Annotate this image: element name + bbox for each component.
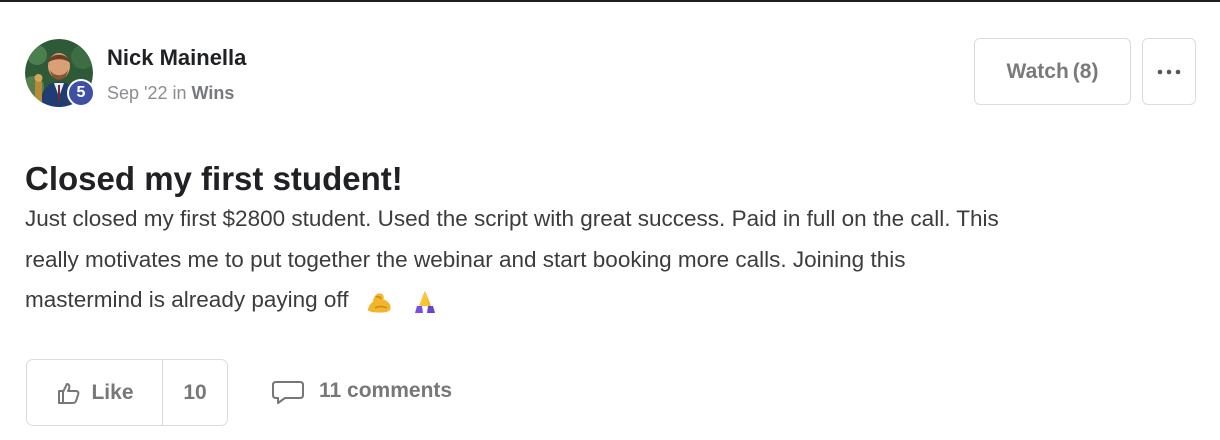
flexed-biceps-emoji	[367, 293, 391, 313]
author-name[interactable]: Nick Mainella	[107, 45, 246, 71]
post-card: 5 Nick Mainella Sep '22 in Wins Watch (8…	[0, 2, 1220, 440]
comment-bubble-icon	[272, 381, 304, 404]
like-button[interactable]: Like	[27, 360, 163, 425]
comments-label: 11 comments	[319, 379, 453, 402]
post-body: Just closed my first $2800 student. Used…	[25, 199, 1195, 321]
level-badge: 5	[67, 79, 95, 107]
post-body-line-3: mastermind is already paying off	[25, 280, 1195, 321]
author-avatar-container[interactable]: 5	[25, 39, 95, 107]
post-body-line-1: Just closed my first $2800 student. Used…	[25, 206, 999, 231]
level-number: 5	[76, 84, 86, 101]
watch-label: Watch	[1006, 59, 1069, 83]
post-date[interactable]: Sep '22	[107, 83, 168, 103]
ellipsis-icon	[1157, 69, 1181, 74]
post-title: Closed my first student!	[25, 160, 403, 198]
post-category[interactable]: Wins	[192, 83, 235, 103]
comments-button[interactable]: 11 comments	[271, 372, 452, 410]
thumbs-up-icon	[58, 382, 80, 404]
post-body-line-2: really motivates me to put together the …	[25, 246, 906, 272]
post-body-line-3-text: mastermind is already paying off	[25, 287, 349, 312]
watch-button[interactable]: Watch (8)	[974, 38, 1131, 105]
more-options-button[interactable]	[1142, 38, 1196, 105]
folded-hands-emoji	[415, 291, 436, 314]
like-control: Like 10	[26, 359, 228, 426]
post-meta: Sep '22 in Wins	[107, 81, 234, 105]
post-meta-connector: in	[167, 83, 192, 103]
like-label: Like	[91, 380, 134, 404]
watch-count: (8)	[1072, 59, 1099, 83]
like-count[interactable]: 10	[163, 360, 227, 425]
